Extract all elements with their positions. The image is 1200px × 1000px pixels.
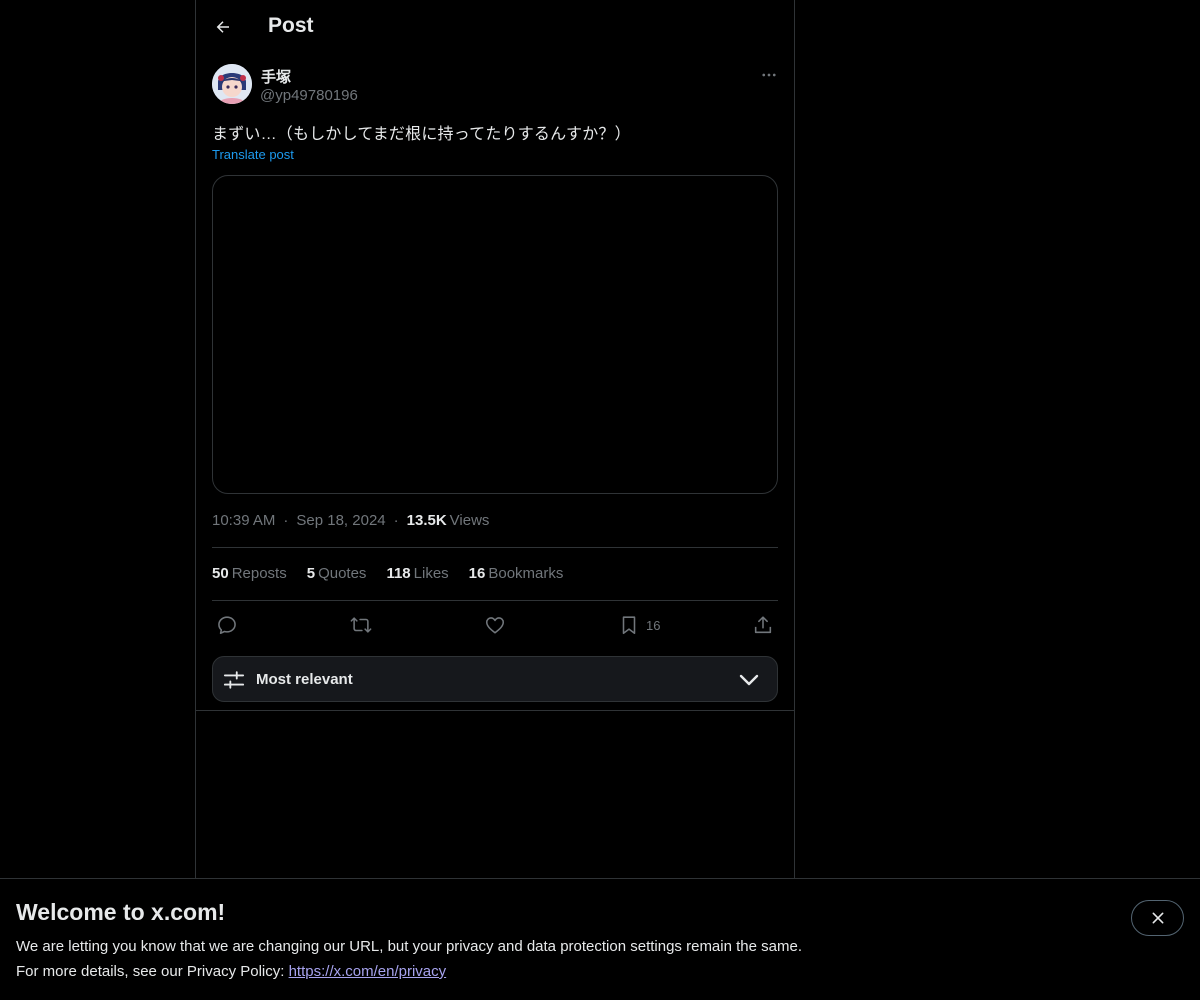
post-stats: 50 Reposts 5 Quotes 118 Likes 16 Bookmarks <box>212 565 583 582</box>
privacy-policy-link[interactable]: https://x.com/en/privacy <box>289 963 447 980</box>
bookmark-icon <box>622 616 636 635</box>
heart-icon <box>485 617 505 634</box>
arrow-left-icon <box>216 21 229 33</box>
back-button[interactable] <box>206 10 240 44</box>
chevron-down-icon <box>739 674 759 686</box>
more-horizontal-icon <box>762 73 776 77</box>
sliders-icon <box>223 671 245 689</box>
post-header: Post <box>196 0 794 54</box>
banner-privacy-prefix: For more details, see our Privacy Policy… <box>16 963 289 980</box>
divider <box>212 600 778 601</box>
meta-separator: · <box>283 512 289 529</box>
post-media[interactable] <box>212 175 778 494</box>
divider <box>212 547 778 548</box>
avatar[interactable] <box>212 64 252 104</box>
banner-close-button[interactable] <box>1131 900 1184 936</box>
url-change-banner: Welcome to x.com! We are letting you kno… <box>0 878 1200 1000</box>
sort-label: Most relevant <box>256 671 353 688</box>
avatar-image <box>212 64 252 104</box>
primary-column: Post 手塚 @yp49780196 まずい…（もしかしてまだ根に持ってたりす… <box>195 0 795 878</box>
banner-privacy-line: For more details, see our Privacy Policy… <box>16 963 446 980</box>
reply-sort-dropdown[interactable]: Most relevant <box>212 656 778 702</box>
bookmark-button[interactable]: 16 <box>618 612 660 638</box>
likes-stat[interactable]: 118 Likes <box>386 565 448 582</box>
reply-button[interactable] <box>216 612 238 638</box>
app-root: Post 手塚 @yp49780196 まずい…（もしかしてまだ根に持ってたりす… <box>0 0 1200 1000</box>
author-handle[interactable]: @yp49780196 <box>260 87 358 104</box>
post-text: まずい…（もしかしてまだ根に持ってたりするんすか？） <box>212 126 631 143</box>
translate-post-link[interactable]: Translate post <box>212 147 294 162</box>
post-actions: 16 <box>212 612 778 638</box>
banner-message: We are letting you know that we are chan… <box>16 938 802 955</box>
post-time[interactable]: 10:39 AM <box>212 512 275 529</box>
page-title: Post <box>268 14 314 37</box>
meta-separator: · <box>393 512 399 529</box>
reply-icon <box>218 616 236 635</box>
views-count: 13.5K <box>406 512 447 529</box>
more-button[interactable] <box>758 64 780 86</box>
quotes-stat[interactable]: 5 Quotes <box>307 565 367 582</box>
share-button[interactable] <box>752 612 774 638</box>
author-name[interactable]: 手塚 <box>261 66 291 87</box>
repost-icon <box>350 617 372 633</box>
repost-button[interactable] <box>350 612 372 638</box>
views-label: Views <box>449 512 490 529</box>
reposts-stat[interactable]: 50 Reposts <box>212 565 287 582</box>
post-meta: 10:39 AM · Sep 18, 2024 · 13.5K Views <box>212 512 489 529</box>
bookmark-count: 16 <box>646 617 661 633</box>
bookmarks-stat[interactable]: 16 Bookmarks <box>469 565 564 582</box>
like-button[interactable] <box>484 612 506 638</box>
section-divider <box>196 710 794 711</box>
close-icon <box>1152 912 1163 924</box>
banner-title: Welcome to x.com! <box>16 899 226 925</box>
post-date[interactable]: Sep 18, 2024 <box>296 512 385 529</box>
share-icon <box>754 616 772 634</box>
post-author: 手塚 @yp49780196 <box>212 64 780 106</box>
